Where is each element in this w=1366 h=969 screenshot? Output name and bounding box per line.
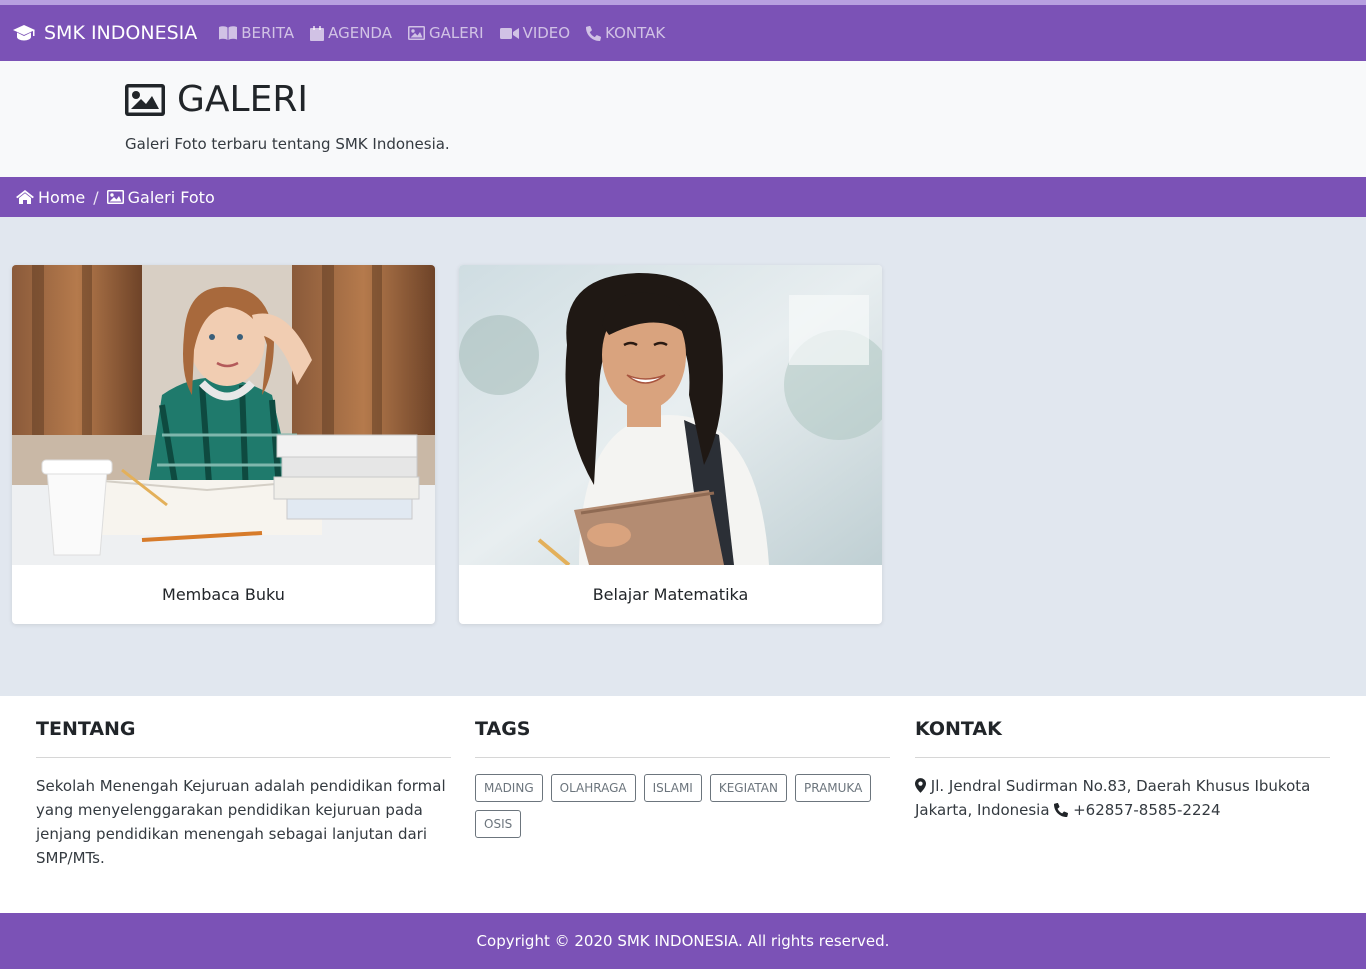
nav-agenda[interactable]: AGENDA (310, 24, 392, 42)
photo-reading-girl (12, 265, 435, 565)
image-icon (125, 83, 165, 116)
breadcrumb-current-label: Galeri Foto (127, 187, 215, 207)
nav-video-label: VIDEO (522, 24, 571, 42)
gallery-photo (12, 265, 435, 565)
breadcrumb-home[interactable]: Home (16, 188, 85, 207)
brand-name: SMK INDONESIA (44, 22, 198, 44)
phone-icon (1054, 802, 1069, 817)
tag-osis[interactable]: OSIS (475, 810, 522, 838)
nav-kontak[interactable]: KONTAK (586, 24, 665, 42)
copyright-bar: Copyright © 2020 SMK INDONESIA. All righ… (0, 913, 1366, 969)
calendar-icon (310, 25, 325, 41)
tag-list: MADING OLAHRAGA ISLAMI KEGIATAN PRAMUKA … (475, 774, 890, 846)
page-title-text: GALERI (177, 79, 308, 120)
nav-galeri[interactable]: GALERI (407, 24, 484, 42)
nav-berita-label: BERITA (241, 24, 295, 42)
gallery-photo (459, 265, 882, 565)
home-icon (16, 190, 34, 204)
top-navbar: SMK INDONESIA BERITA AGENDA GALERI VIDEO (0, 5, 1366, 61)
tag-islami[interactable]: ISLAMI (643, 774, 702, 802)
brand-link[interactable]: SMK INDONESIA (12, 22, 197, 44)
image-icon (106, 190, 124, 204)
breadcrumb-current: Galeri Foto (106, 187, 215, 207)
map-marker-icon (915, 778, 926, 793)
book-icon (219, 26, 238, 40)
footer-tags: TAGS MADING OLAHRAGA ISLAMI KEGIATAN PRA… (475, 718, 890, 846)
video-icon (499, 27, 519, 39)
nav-agenda-label: AGENDA (328, 24, 392, 42)
nav-video[interactable]: VIDEO (499, 24, 571, 42)
footer-contact-title: KONTAK (915, 718, 1330, 758)
footer-about-title: TENTANG (36, 718, 451, 758)
tag-mading[interactable]: MADING (475, 774, 543, 802)
tag-olahraga[interactable]: OLAHRAGA (550, 774, 636, 802)
footer-contact: KONTAK Jl. Jendral Sudirman No.83, Daera… (915, 718, 1330, 822)
page-header: GALERI Galeri Foto terbaru tentang SMK I… (0, 61, 1366, 177)
gallery-section: Membaca Buku Belajar Matematika (0, 217, 1366, 696)
breadcrumb-separator: / (93, 187, 99, 207)
tag-kegiatan[interactable]: KEGIATAN (709, 774, 787, 802)
breadcrumb-home-label: Home (38, 187, 86, 207)
gallery-caption: Belajar Matematika (592, 585, 749, 604)
page-subtitle: Galeri Foto terbaru tentang SMK Indonesi… (125, 135, 450, 153)
page-title: GALERI (125, 79, 308, 120)
footer-contact-text: Jl. Jendral Sudirman No.83, Daerah Khusu… (915, 774, 1330, 822)
footer-about-text: Sekolah Menengah Kejuruan adalah pendidi… (36, 777, 446, 867)
photo-student-girl (459, 265, 882, 565)
phone-icon (586, 25, 602, 41)
graduation-cap-icon (13, 25, 35, 41)
gallery-card[interactable]: Membaca Buku (12, 265, 435, 624)
nav-kontak-label: KONTAK (605, 24, 666, 42)
footer-phone: +62857-8585-2224 (1073, 801, 1221, 819)
image-icon (407, 26, 425, 40)
breadcrumb: Home / Galeri Foto (0, 177, 1366, 217)
nav-galeri-label: GALERI (428, 24, 484, 42)
gallery-caption: Membaca Buku (162, 585, 285, 604)
nav-berita[interactable]: BERITA (219, 24, 294, 42)
copyright-text: Copyright © 2020 SMK INDONESIA. All righ… (476, 932, 890, 950)
footer-info: TENTANG Sekolah Menengah Kejuruan adalah… (0, 696, 1366, 913)
tag-pramuka[interactable]: PRAMUKA (795, 774, 872, 802)
footer-tags-title: TAGS (475, 718, 890, 758)
footer-about: TENTANG Sekolah Menengah Kejuruan adalah… (36, 718, 451, 870)
gallery-card[interactable]: Belajar Matematika (459, 265, 882, 624)
